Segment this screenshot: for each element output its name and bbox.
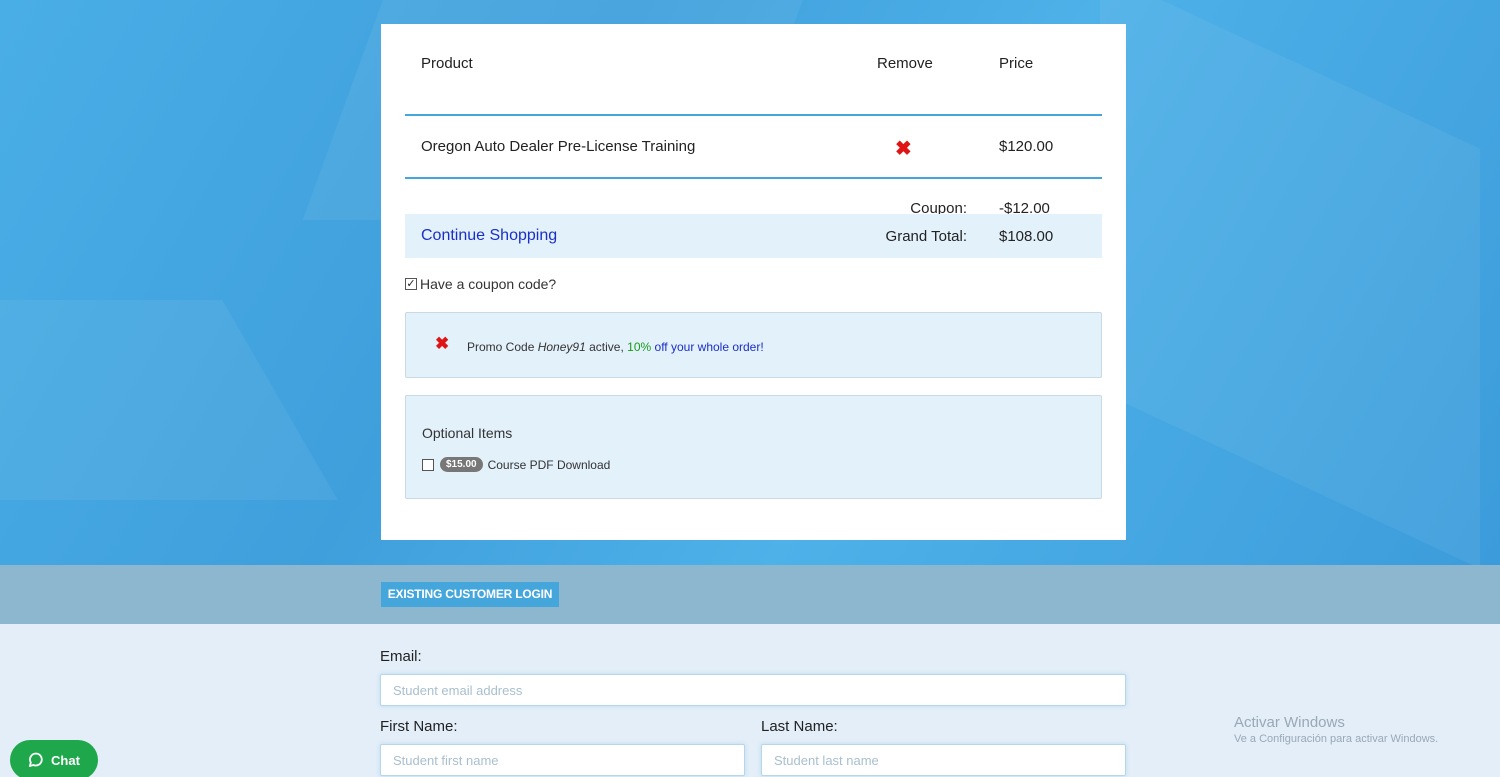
watermark-title: Activar Windows <box>1234 714 1345 731</box>
background-facet <box>1100 0 1480 565</box>
cart-item-price: $120.00 <box>999 138 1054 155</box>
chat-bubble-icon <box>28 752 43 767</box>
remove-item-icon[interactable]: ✖ <box>895 136 912 161</box>
last-name-field[interactable] <box>761 744 1126 776</box>
coupon-toggle-label: Have a coupon code? <box>420 276 557 292</box>
watermark-subtitle: Ve a Configuración para activar Windows. <box>1234 733 1439 745</box>
optional-items-title: Optional Items <box>422 425 513 441</box>
optional-items-panel: Optional Items $15.00 Course PDF Downloa… <box>405 395 1102 499</box>
login-band <box>0 565 1500 624</box>
promo-text: Promo Code Honey91 active, 10% off your … <box>467 340 764 354</box>
email-label: Email: <box>380 648 422 665</box>
email-field[interactable] <box>380 674 1126 706</box>
cart-item-row: Oregon Auto Dealer Pre-License Training … <box>405 116 1102 179</box>
header-remove: Remove <box>877 55 933 72</box>
cart-card: Product Remove Price Oregon Auto Dealer … <box>381 24 1126 540</box>
optional-item[interactable]: $15.00 Course PDF Download <box>422 457 610 472</box>
cart-item-name: Oregon Auto Dealer Pre-License Training <box>421 138 696 155</box>
promo-code: Honey91 <box>537 340 586 354</box>
header-product: Product <box>421 55 473 72</box>
optional-item-price-badge: $15.00 <box>440 457 483 472</box>
grand-total-row: Continue Shopping Grand Total: $108.00 <box>405 214 1102 258</box>
remove-promo-icon[interactable]: ✖ <box>435 334 449 354</box>
windows-activation-watermark: Activar Windows Ve a Configuración para … <box>1234 714 1438 745</box>
coupon-checkbox[interactable]: ✓ <box>405 278 417 290</box>
cart-header-row: Product Remove Price <box>405 24 1102 116</box>
chat-label: Chat <box>51 752 80 768</box>
grand-total-value: $108.00 <box>999 228 1054 245</box>
coupon-toggle[interactable]: ✓ Have a coupon code? <box>405 276 556 292</box>
chat-button[interactable]: Chat <box>10 740 98 777</box>
promo-prefix: Promo Code <box>467 340 535 354</box>
promo-discount: 10% <box>627 340 652 354</box>
promo-discount-tail: off your whole order! <box>654 340 764 354</box>
last-name-label: Last Name: <box>761 718 838 735</box>
optional-item-checkbox[interactable] <box>422 458 434 471</box>
existing-customer-login-button[interactable]: EXISTING CUSTOMER LOGIN <box>381 582 559 607</box>
optional-item-label: Course PDF Download <box>487 457 611 472</box>
promo-notice: ✖ Promo Code Honey91 active, 10% off you… <box>405 312 1102 378</box>
background-facet <box>0 300 338 500</box>
first-name-label: First Name: <box>380 718 458 735</box>
header-price: Price <box>999 55 1034 72</box>
grand-total-label: Grand Total: <box>885 228 967 245</box>
promo-active: active, <box>589 340 624 354</box>
first-name-field[interactable] <box>380 744 745 776</box>
continue-shopping-link[interactable]: Continue Shopping <box>421 227 557 245</box>
